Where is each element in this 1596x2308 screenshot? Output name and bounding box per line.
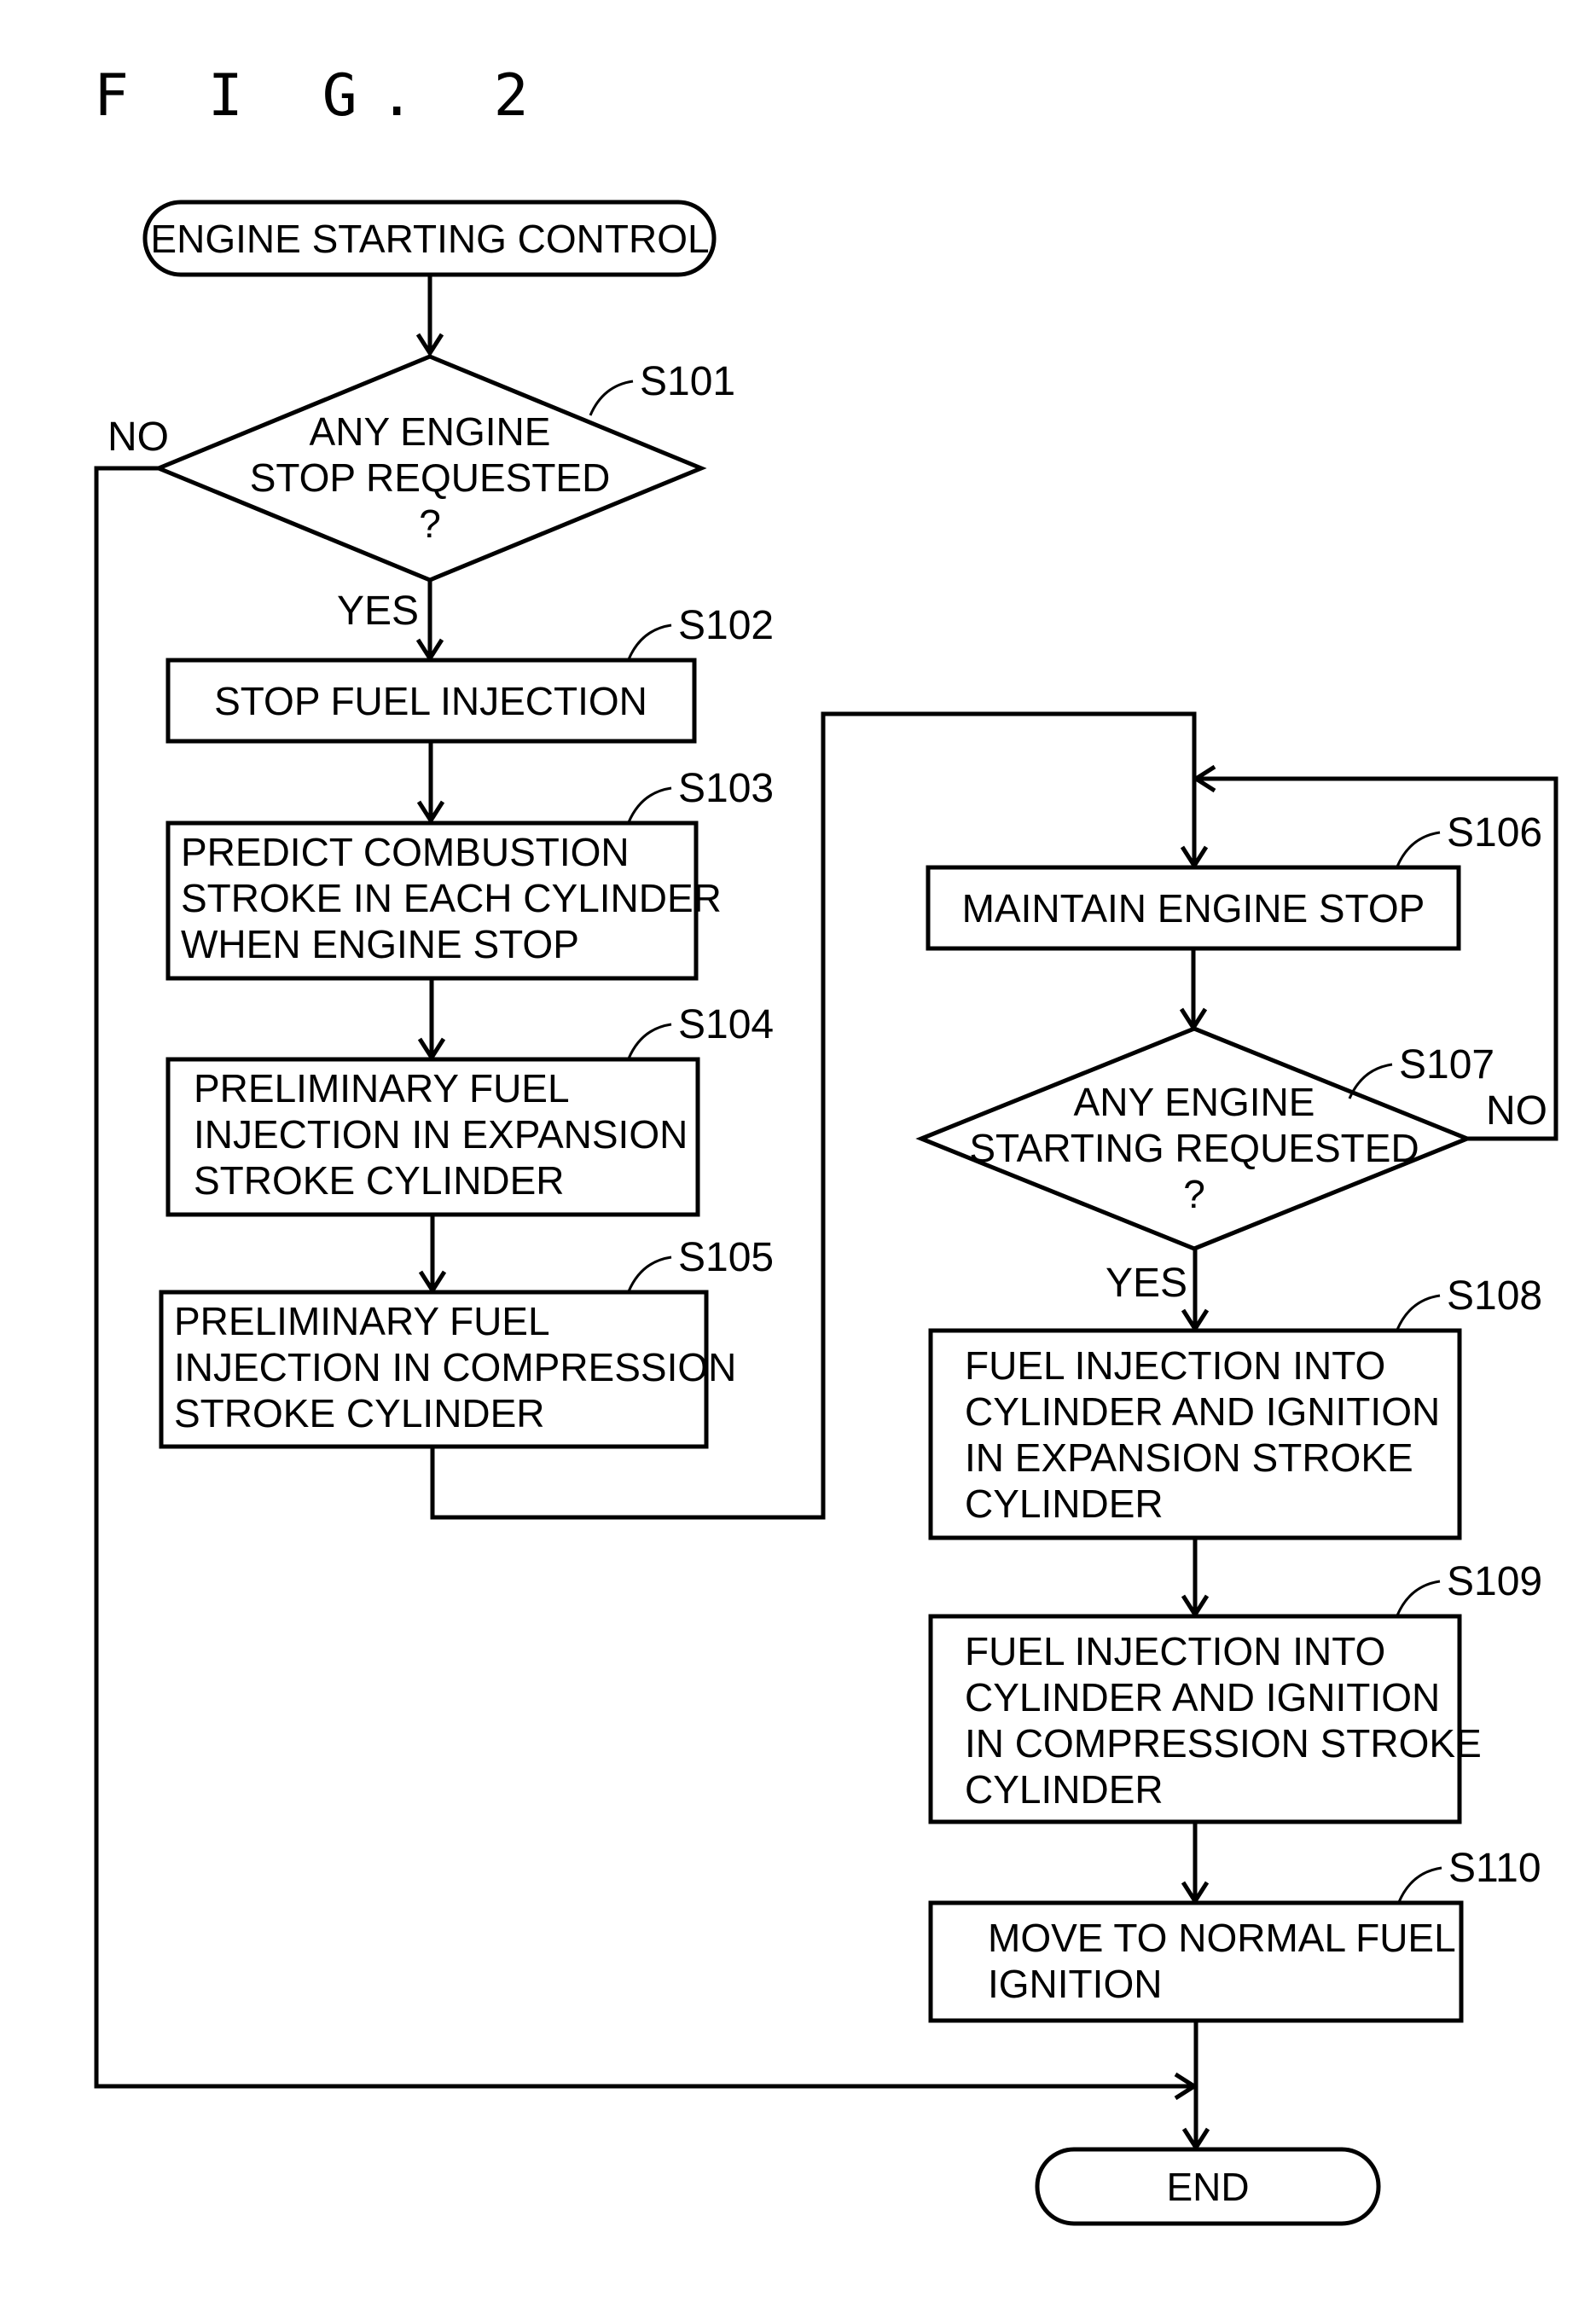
step-id-leader [1396, 1294, 1441, 1331]
step-text-line: PREDICT COMBUSTION [181, 830, 630, 874]
s101-no-label: NO [107, 415, 169, 460]
step-text-line: MAINTAIN ENGINE STOP [962, 886, 1425, 931]
step-text-line: FUEL INJECTION INTO [965, 1343, 1385, 1388]
step-id-leader [589, 380, 634, 416]
step-text-line: ANY ENGINE [1074, 1080, 1315, 1124]
step-text-line: WHEN ENGINE STOP [181, 922, 579, 966]
step-text-line: IGNITION [988, 1962, 1162, 2006]
step-text-line: STOP REQUESTED [250, 455, 611, 500]
step-text-line: CYLINDER AND IGNITION [965, 1675, 1440, 1719]
step-s103: PREDICT COMBUSTIONSTROKE IN EACH CYLINDE… [165, 766, 774, 981]
step-id-leader [1397, 1866, 1442, 1903]
step-id-label: S106 [1447, 810, 1542, 855]
s107-no-label: NO [1486, 1088, 1547, 1134]
step-s110: MOVE TO NORMAL FUELIGNITION S110 [928, 1846, 1541, 2023]
figure-title: F I G. 2 [94, 62, 551, 130]
step-s108: FUEL INJECTION INTOCYLINDER AND IGNITION… [928, 1273, 1542, 1540]
step-id-label: S110 [1448, 1846, 1541, 1891]
step-text-line: INJECTION IN EXPANSION [194, 1112, 688, 1157]
step-id-leader [627, 1255, 672, 1292]
step-text-line: CYLINDER [965, 1482, 1164, 1526]
step-text-line: CYLINDER [965, 1767, 1164, 1812]
step-s101: ANY ENGINESTOP REQUESTED? S101 [153, 354, 735, 583]
step-s102: STOP FUEL INJECTION S102 [165, 603, 774, 744]
end-label: END [1166, 2165, 1249, 2209]
step-text-line: STROKE CYLINDER [194, 1158, 565, 1203]
step-id-label: S104 [678, 1002, 774, 1047]
step-text-line: STROKE IN EACH CYLINDER [181, 876, 722, 920]
start-terminal: ENGINE STARTING CONTROL [142, 200, 717, 277]
step-id-leader [627, 786, 672, 823]
step-id-label: S103 [678, 766, 774, 811]
step-id-label: S107 [1399, 1042, 1494, 1087]
step-text-line: STROKE CYLINDER [174, 1391, 545, 1435]
step-id-label: S109 [1447, 1559, 1542, 1604]
step-text-line: PRELIMINARY FUEL [174, 1299, 550, 1343]
step-text-line: FUEL INJECTION INTO [965, 1629, 1385, 1673]
step-id-label: S105 [678, 1235, 774, 1280]
step-id-leader [1396, 1580, 1441, 1616]
step-s107: ANY ENGINESTARTING REQUESTED? S107 [915, 1026, 1494, 1251]
step-text-line: ? [1183, 1172, 1205, 1216]
step-id-label: S108 [1447, 1273, 1542, 1319]
step-text-line: IN COMPRESSION STROKE [965, 1721, 1482, 1766]
step-text-line: ? [419, 502, 441, 546]
start-label: ENGINE STARTING CONTROL [150, 217, 709, 261]
step-id-label: S102 [678, 603, 774, 648]
step-id-leader [627, 1023, 672, 1059]
step-text-line: PRELIMINARY FUEL [194, 1066, 570, 1111]
step-id-leader [627, 623, 672, 660]
step-text-line: STARTING REQUESTED [969, 1126, 1419, 1170]
step-text-line: STOP FUEL INJECTION [214, 679, 647, 723]
step-text-line: IN EXPANSION STROKE [965, 1435, 1413, 1480]
step-s105: PRELIMINARY FUELINJECTION IN COMPRESSION… [159, 1235, 774, 1449]
step-id-label: S101 [640, 359, 735, 404]
step-text-line: MOVE TO NORMAL FUEL [988, 1916, 1456, 1960]
step-text-line: ANY ENGINE [310, 409, 551, 454]
step-s104: PRELIMINARY FUELINJECTION IN EXPANSIONST… [165, 1002, 774, 1217]
s101-yes-label: YES [337, 589, 419, 634]
step-id-leader [1396, 831, 1441, 867]
step-text-line: INJECTION IN COMPRESSION [174, 1345, 736, 1389]
step-text-line: CYLINDER AND IGNITION [965, 1389, 1440, 1434]
step-s109: FUEL INJECTION INTOCYLINDER AND IGNITION… [928, 1559, 1542, 1824]
s107-yes-label: YES [1106, 1261, 1187, 1306]
step-s106: MAINTAIN ENGINE STOP S106 [926, 810, 1542, 951]
end-terminal: END [1035, 2147, 1381, 2226]
flowchart-canvas: F I G. 2 ENGINE STARTING CONTROL END NO … [94, 62, 1558, 2226]
